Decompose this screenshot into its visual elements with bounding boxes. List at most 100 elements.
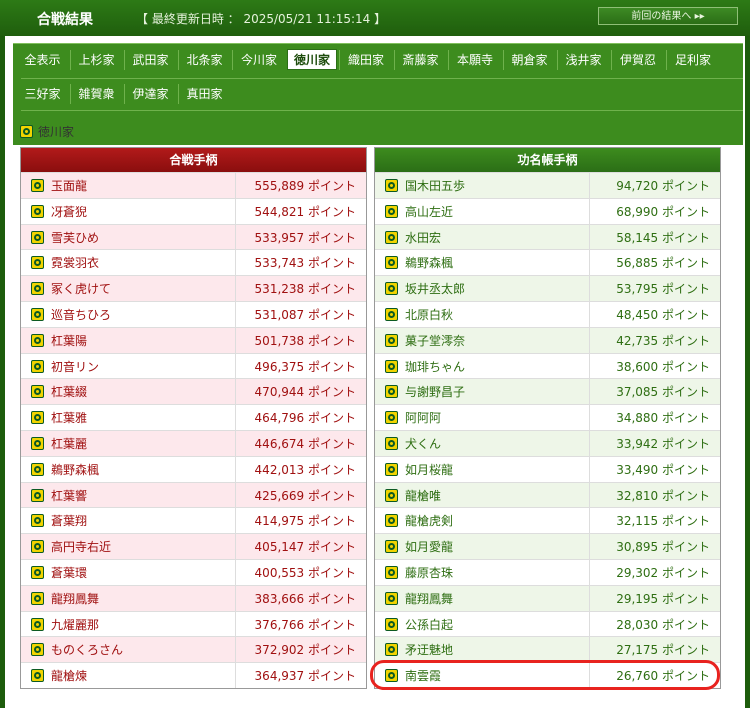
table-row: 坂井丞太郎 53,795 ポイント <box>375 275 720 301</box>
player-name[interactable]: 蒼葉翔 <box>51 512 87 529</box>
player-name[interactable]: 杠葉響 <box>51 487 87 504</box>
column-divider <box>589 250 590 276</box>
table-row: 杠葉麗 446,674 ポイント <box>21 429 366 456</box>
player-name[interactable]: 鵜野森楓 <box>51 461 99 478</box>
player-name[interactable]: 如月桜龍 <box>405 461 453 478</box>
player-points: 544,821 ポイント <box>254 204 356 219</box>
tab-saika[interactable]: 雑賀衆 <box>70 84 122 104</box>
crest-icon <box>385 540 398 554</box>
player-name[interactable]: 杠葉綴 <box>51 383 87 400</box>
tab-ashikaga[interactable]: 足利家 <box>666 50 719 70</box>
player-name[interactable]: 公孫白起 <box>405 616 453 633</box>
tab-imagawa[interactable]: 今川家 <box>232 50 285 70</box>
player-name[interactable]: 杠葉陽 <box>51 332 87 349</box>
player-points: 48,450 ポイント <box>616 307 710 322</box>
player-name[interactable]: 龍槍煉 <box>51 667 87 684</box>
table-row: 九燿麗那 376,766 ポイント <box>21 610 366 637</box>
player-points: 29,195 ポイント <box>616 591 710 606</box>
player-name[interactable]: ものくろさん <box>51 641 123 658</box>
player-name[interactable]: 鵜野森楓 <box>405 254 453 271</box>
player-name[interactable]: 龍槍唯 <box>405 487 441 504</box>
player-name[interactable]: 藤原杏珠 <box>405 564 453 581</box>
table-row: 蒼葉環 400,553 ポイント <box>21 558 366 585</box>
player-name[interactable]: 菓子堂澪奈 <box>405 332 465 349</box>
tab-asakura[interactable]: 朝倉家 <box>503 50 555 70</box>
player-name[interactable]: 杠葉麗 <box>51 435 87 452</box>
player-name[interactable]: 犬くん <box>405 435 441 452</box>
player-name[interactable]: 龍翔鳳舞 <box>51 590 99 607</box>
table-row: ものくろさん 372,902 ポイント <box>21 636 366 663</box>
distinction-merit-rows: 国木田五歩 94,720 ポイント 高山左近 68,990 ポイント 水田宏 58,145… <box>375 172 720 688</box>
tab-miyoshi[interactable]: 三好家 <box>17 84 68 104</box>
player-points: 56,885 ポイント <box>616 256 710 271</box>
previous-results-button[interactable]: 前回の結果へ ▸▸ <box>598 7 738 25</box>
crest-icon <box>31 669 44 683</box>
column-divider <box>235 430 236 456</box>
tab-hojo[interactable]: 北条家 <box>178 50 230 70</box>
tab-azai[interactable]: 浅井家 <box>557 50 609 70</box>
player-name[interactable]: 冢く虎けて <box>51 280 111 297</box>
player-name[interactable]: 坂井丞太郎 <box>405 280 465 297</box>
player-points: 28,030 ポイント <box>616 617 710 632</box>
crest-icon <box>385 669 398 683</box>
player-points: 34,880 ポイント <box>616 411 710 426</box>
table-row: 国木田五歩 94,720 ポイント <box>375 172 720 198</box>
column-divider <box>235 327 236 353</box>
player-name[interactable]: 九燿麗那 <box>51 616 99 633</box>
table-row: 鵜野森楓 442,013 ポイント <box>21 455 366 482</box>
tab-oda[interactable]: 織田家 <box>339 50 392 70</box>
player-name[interactable]: 国木田五歩 <box>405 177 465 194</box>
player-name[interactable]: 巡音ちひろ <box>51 306 111 323</box>
player-name[interactable]: 龍槍虎剣 <box>405 512 453 529</box>
player-name[interactable]: 初音リン <box>51 358 99 375</box>
player-name[interactable]: 龍翔鳳舞 <box>405 590 453 607</box>
tab-iga[interactable]: 伊賀忍 <box>611 50 664 70</box>
player-name[interactable]: 杠葉雅 <box>51 409 87 426</box>
player-points: 533,743 ポイント <box>254 256 356 271</box>
crest-icon <box>385 643 398 657</box>
player-name[interactable]: 北原白秋 <box>405 306 453 323</box>
crest-icon <box>385 565 398 579</box>
tab-tokugawa[interactable]: 徳川家 <box>287 49 337 70</box>
crest-icon <box>385 230 398 244</box>
crest-icon <box>31 643 44 657</box>
player-name[interactable]: 珈琲ちゃん <box>405 358 465 375</box>
player-name[interactable]: 冴蒼猊 <box>51 203 87 220</box>
player-name[interactable]: 高円寺右近 <box>51 538 111 555</box>
crest-icon <box>31 514 44 528</box>
table-row: 与謝野昌子 37,085 ポイント <box>375 378 720 405</box>
player-points: 496,375 ポイント <box>254 359 356 374</box>
table-row: 南雲霞 26,760 ポイント <box>375 662 720 688</box>
tab-uesugi[interactable]: 上杉家 <box>70 50 122 70</box>
player-name[interactable]: 玉面龍 <box>51 177 87 194</box>
table-row: 高円寺右近 405,147 ポイント <box>21 533 366 559</box>
table-row: 玉面龍 555,889 ポイント <box>21 172 366 198</box>
tab-takeda[interactable]: 武田家 <box>124 50 176 70</box>
crest-icon <box>31 282 44 296</box>
tab-honganji[interactable]: 本願寺 <box>448 50 501 70</box>
player-name[interactable]: 蒼葉環 <box>51 564 87 581</box>
player-name[interactable]: 阿阿阿 <box>405 409 441 426</box>
column-divider <box>589 327 590 353</box>
table-row: 如月愛龍 30,895 ポイント <box>375 533 720 559</box>
player-name[interactable]: 与謝野昌子 <box>405 383 465 400</box>
player-name[interactable]: 南雲霞 <box>405 667 441 684</box>
tab-saito[interactable]: 斎藤家 <box>394 50 446 70</box>
table-row: 藤原杏珠 29,302 ポイント <box>375 558 720 585</box>
player-name[interactable]: 雪芙ひめ <box>51 229 99 246</box>
column-divider <box>235 482 236 508</box>
player-name[interactable]: 霓裳羽衣 <box>51 254 99 271</box>
table-row: 公孫白起 28,030 ポイント <box>375 610 720 637</box>
player-name[interactable]: 矛迂魅地 <box>405 641 453 658</box>
player-points: 53,795 ポイント <box>616 282 710 297</box>
tab-all[interactable]: 全表示 <box>17 50 68 70</box>
table-row: 菓子堂澪奈 42,735 ポイント <box>375 326 720 353</box>
player-name[interactable]: 高山左近 <box>405 203 453 220</box>
player-name[interactable]: 如月愛龍 <box>405 538 453 555</box>
tab-date[interactable]: 伊達家 <box>124 84 176 104</box>
table-row: 珈琲ちゃん 38,600 ポイント <box>375 352 720 379</box>
player-points: 414,975 ポイント <box>254 514 356 529</box>
column-divider <box>589 224 590 250</box>
tab-sanada[interactable]: 真田家 <box>178 84 230 104</box>
player-name[interactable]: 水田宏 <box>405 229 441 246</box>
